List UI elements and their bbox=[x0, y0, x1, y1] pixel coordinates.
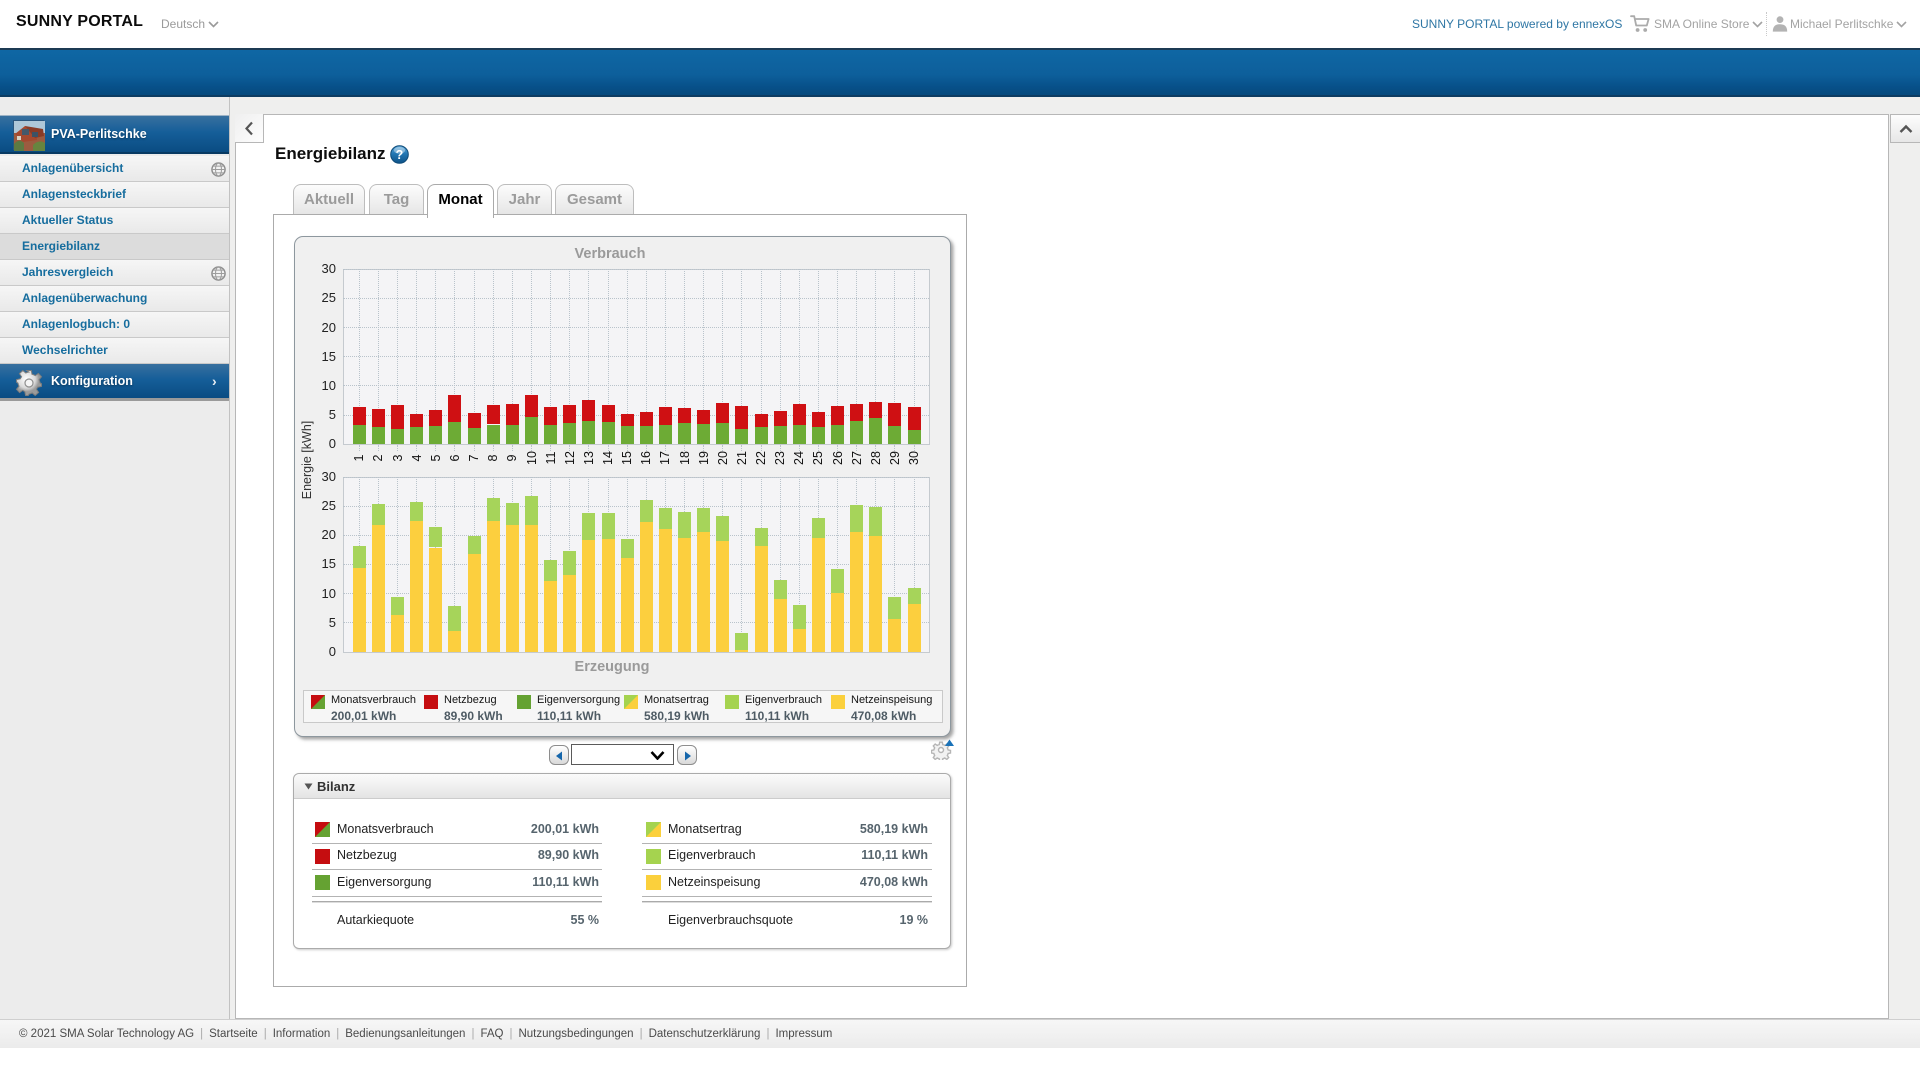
svg-text:?: ? bbox=[396, 148, 404, 162]
